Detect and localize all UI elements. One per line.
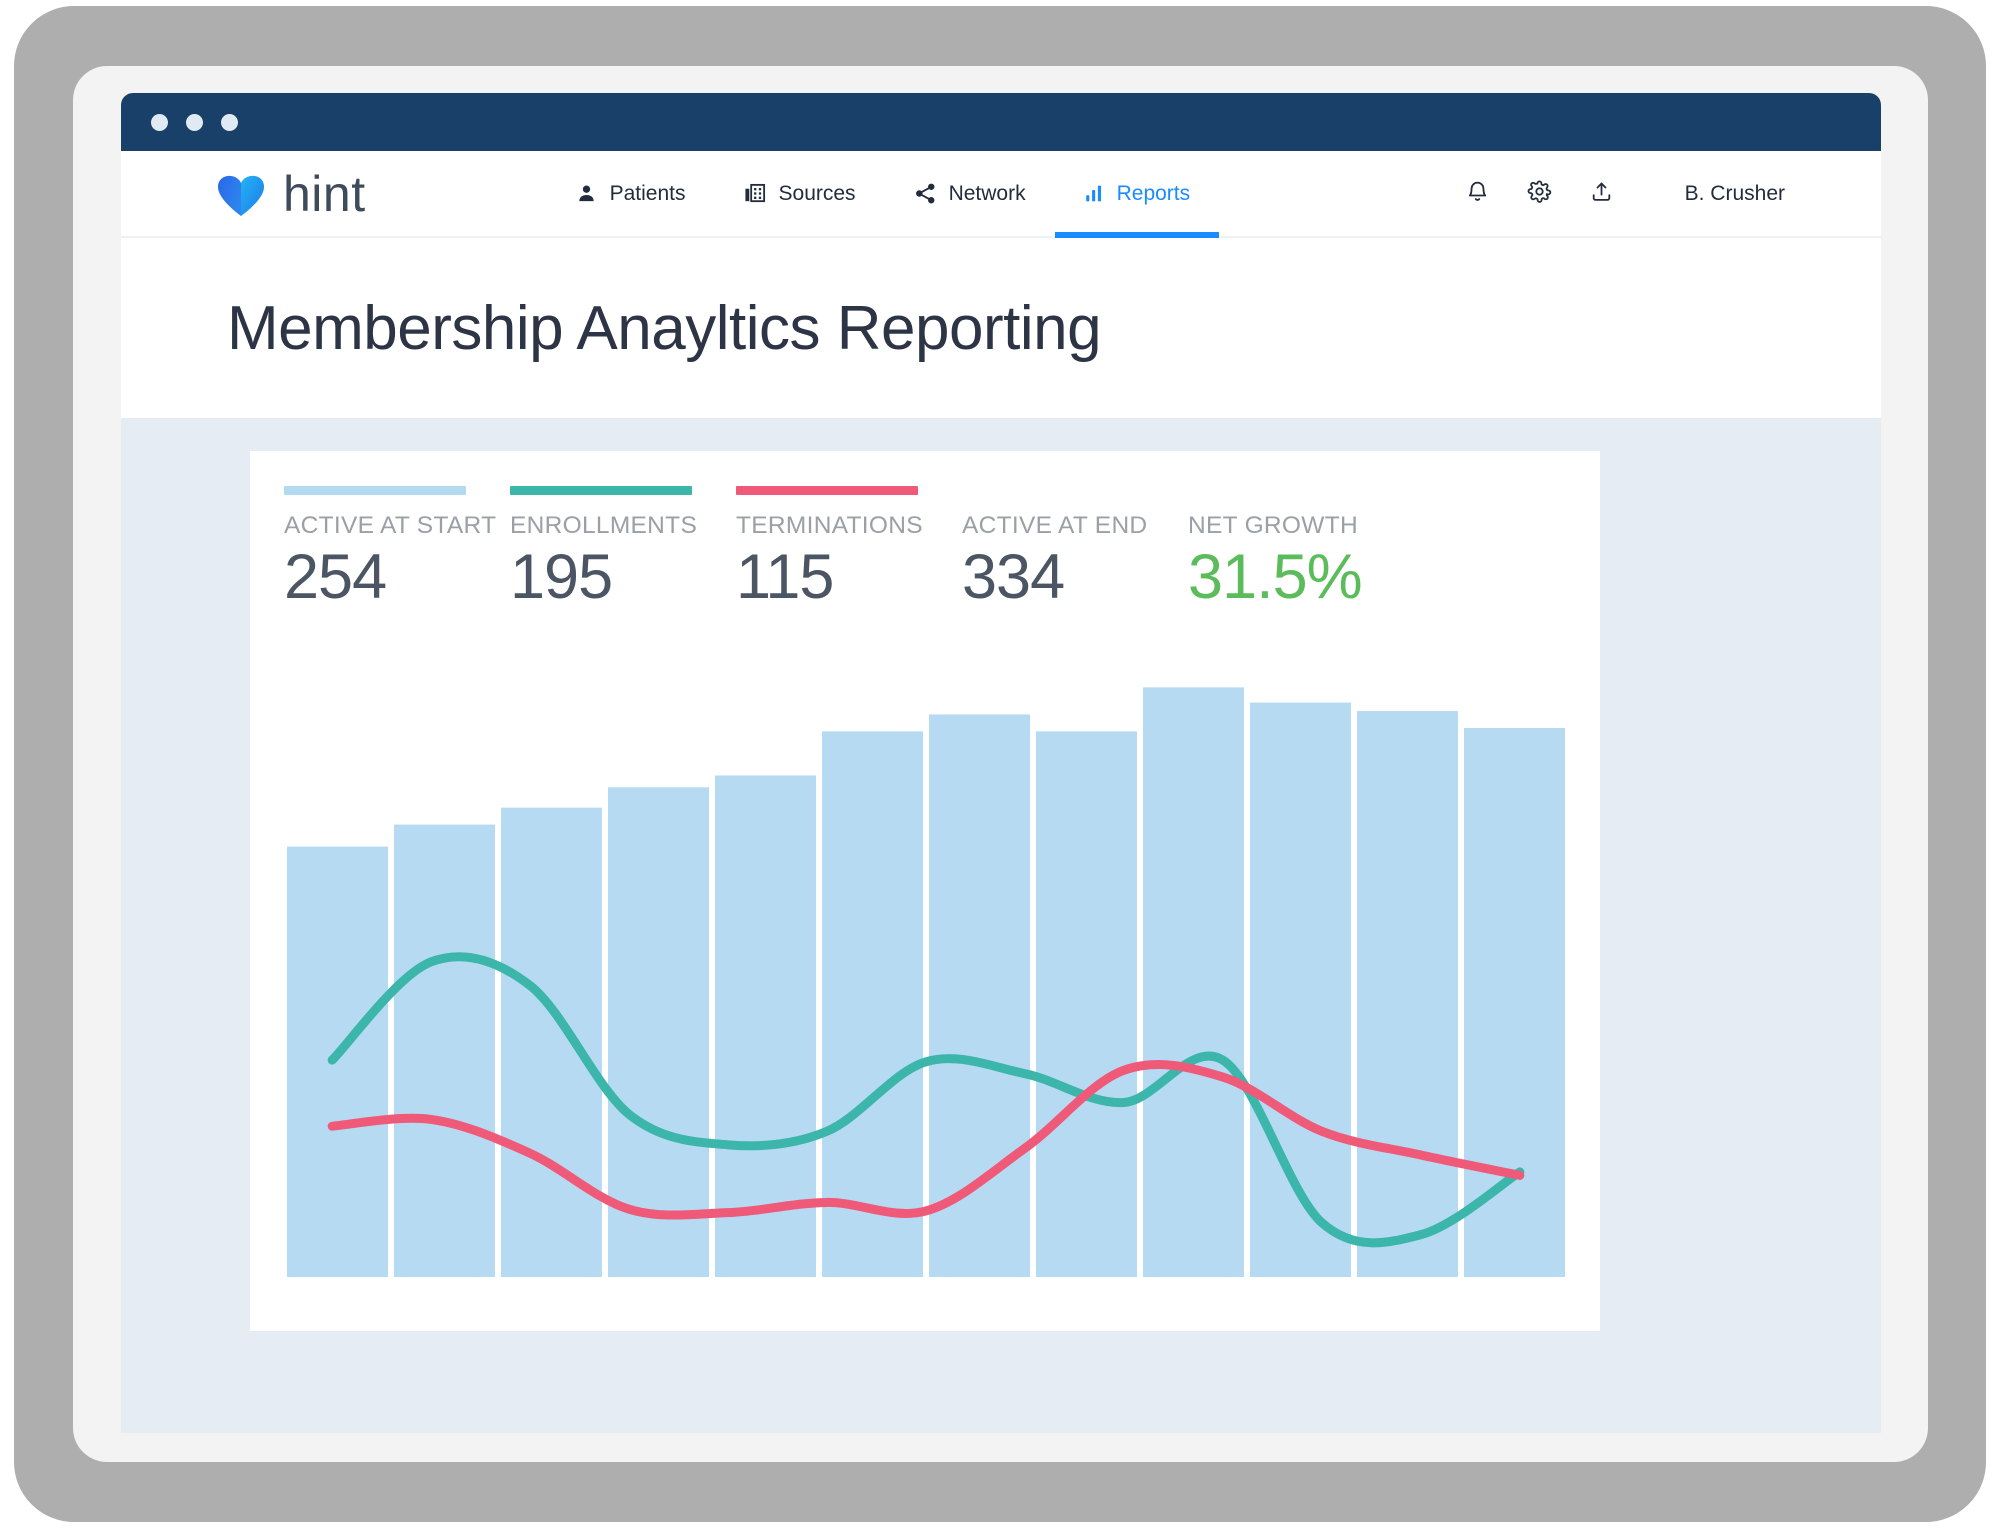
chart-bar[interactable] (1143, 687, 1244, 1277)
kpi-label: ENROLLMENTS (510, 512, 698, 539)
user-name[interactable]: B. Crusher (1685, 182, 1785, 206)
nav-item-label: Reports (1116, 181, 1191, 205)
chart-svg (287, 687, 1565, 1277)
settings-button[interactable] (1509, 163, 1571, 225)
nav-links: Patients Sources Network Reports (546, 151, 1220, 238)
nav-item-network[interactable]: Network (885, 151, 1055, 236)
chart-bar[interactable] (394, 824, 495, 1277)
bell-icon (1465, 179, 1490, 209)
kpi-value: 31.5% (1188, 542, 1363, 612)
upload-icon (1589, 179, 1614, 209)
kpi-row: ACTIVE AT START 254 ENROLLMENTS 195 TERM… (250, 451, 1600, 614)
chart-bar[interactable] (501, 807, 602, 1277)
person-icon (575, 182, 598, 205)
window-close-dot[interactable] (151, 113, 168, 131)
brand-name: hint (283, 165, 366, 222)
nav-actions: B. Crusher (1447, 163, 1785, 225)
kpi-accent-bar (1188, 486, 1370, 495)
kpi-accent-bar (284, 486, 466, 495)
kpi-value: 334 (962, 542, 1065, 612)
nav-item-sources[interactable]: Sources (715, 151, 885, 236)
device-screen: hint Patients Sources Network Reports B.… (73, 66, 1928, 1462)
membership-chart[interactable] (284, 667, 1568, 1277)
nav-item-label: Patients (609, 181, 686, 205)
share-network-icon (914, 182, 937, 205)
brand-logo[interactable]: hint (215, 169, 366, 219)
kpi-label: TERMINATIONS (736, 512, 923, 539)
kpi-accent-bar (736, 486, 918, 495)
window-minimize-dot[interactable] (186, 113, 203, 131)
kpi-value: 254 (284, 542, 387, 612)
kpi-active-at-end: ACTIVE AT END 334 (962, 486, 1188, 614)
chart-bar[interactable] (1357, 711, 1458, 1277)
kpi-net-growth: NET GROWTH 31.5% (1188, 486, 1414, 614)
kpi-label: NET GROWTH (1188, 512, 1358, 539)
chart-bars-group (287, 687, 1565, 1277)
upload-button[interactable] (1571, 163, 1633, 225)
chart-bar[interactable] (1036, 731, 1137, 1277)
kpi-terminations: TERMINATIONS 115 (736, 486, 962, 614)
page-title: Membership Anayltics Reporting (227, 293, 1102, 363)
hint-heart-logo-icon (217, 175, 265, 216)
app-navigation-bar: hint Patients Sources Network Reports B.… (121, 151, 1881, 238)
browser-titlebar (121, 93, 1881, 151)
browser-window: hint Patients Sources Network Reports B.… (121, 93, 1881, 1433)
building-icon (744, 182, 767, 205)
kpi-value: 115 (736, 542, 834, 612)
window-maximize-dot[interactable] (221, 113, 238, 131)
kpi-enrollments: ENROLLMENTS 195 (510, 486, 736, 614)
chart-bar[interactable] (929, 714, 1030, 1277)
chart-bar[interactable] (822, 731, 923, 1277)
kpi-active-at-start: ACTIVE AT START 254 (284, 486, 510, 614)
page-title-band: Membership Anayltics Reporting (121, 238, 1881, 418)
bar-chart-icon (1084, 183, 1105, 204)
kpi-label: ACTIVE AT END (962, 512, 1148, 539)
nav-item-reports[interactable]: Reports (1054, 151, 1220, 238)
nav-item-patients[interactable]: Patients (546, 151, 715, 236)
report-card: ACTIVE AT START 254 ENROLLMENTS 195 TERM… (250, 451, 1600, 1331)
chart-bar[interactable] (1464, 728, 1565, 1277)
notifications-button[interactable] (1447, 163, 1509, 225)
kpi-label: ACTIVE AT START (284, 512, 497, 539)
kpi-accent-bar (962, 486, 1144, 495)
nav-item-label: Network (948, 181, 1026, 205)
nav-item-label: Sources (778, 181, 856, 205)
chart-bar[interactable] (287, 846, 388, 1277)
kpi-value: 195 (510, 542, 613, 612)
content-area: ACTIVE AT START 254 ENROLLMENTS 195 TERM… (121, 418, 1881, 1433)
kpi-accent-bar (510, 486, 692, 495)
gear-icon (1527, 179, 1552, 209)
